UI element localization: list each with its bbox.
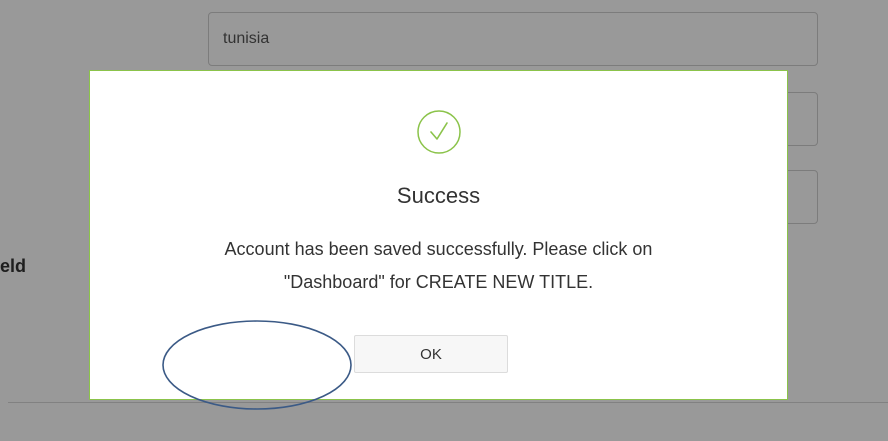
dialog-message: Account has been saved successfully. Ple… [130,233,747,299]
ok-button[interactable]: OK [354,335,508,373]
dialog-title: Success [396,183,481,208]
dialog-message-line-1: Account has been saved successfully. Ple… [224,239,653,259]
dialog-message-line-2: "Dashboard" for CREATE NEW TITLE. [283,272,594,292]
check-circle-icon [417,110,461,154]
annotation-ellipse [162,320,352,410]
